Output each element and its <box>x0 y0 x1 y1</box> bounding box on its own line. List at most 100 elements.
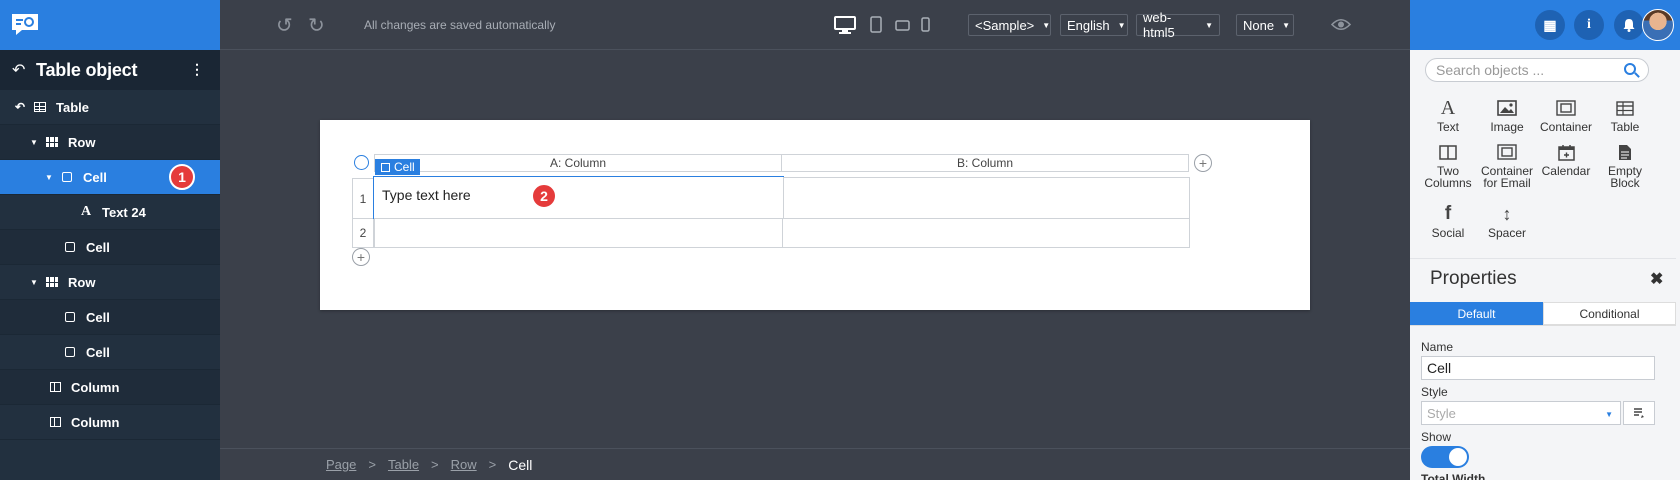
preview-eye-icon[interactable] <box>1331 18 1351 31</box>
object-social[interactable]: f Social <box>1419 204 1477 239</box>
select-table-handle[interactable] <box>354 155 369 170</box>
selected-cell-tag[interactable]: Cell <box>375 159 420 175</box>
apps-grid-icon[interactable]: ▦ <box>1535 10 1565 40</box>
show-toggle[interactable] <box>1421 446 1469 468</box>
row-grid-icon <box>44 137 60 147</box>
row-header-1[interactable]: 1 <box>352 178 374 219</box>
style-select[interactable]: Style ▼ <box>1421 401 1621 425</box>
object-text[interactable]: A Text <box>1419 98 1477 133</box>
cell-tag-label: Cell <box>394 160 415 174</box>
back-arrow-icon[interactable]: ↶ <box>12 100 28 114</box>
object-empty-block[interactable]: Empty Block <box>1596 142 1654 189</box>
cell-icon <box>62 242 78 252</box>
tree-item-row[interactable]: ▼ Row <box>0 125 220 160</box>
text-icon: A <box>80 204 92 219</box>
desktop-icon[interactable] <box>834 16 856 34</box>
facebook-icon: f <box>1444 203 1452 224</box>
caret-down-icon[interactable]: ▼ <box>43 173 55 182</box>
row-grid-icon <box>44 277 60 287</box>
tablet-landscape-icon[interactable] <box>895 20 910 31</box>
search-objects-input[interactable]: Search objects ... <box>1425 58 1649 82</box>
user-avatar[interactable] <box>1642 9 1674 41</box>
back-arrow-icon[interactable]: ↶ <box>12 60 36 80</box>
edit-style-button[interactable] <box>1623 401 1655 425</box>
object-two-columns[interactable]: Two Columns <box>1419 142 1477 189</box>
tree-item-cell[interactable]: Cell <box>0 335 220 370</box>
tree-item-column[interactable]: Column <box>0 405 220 440</box>
tablet-icon[interactable] <box>870 16 882 33</box>
object-label: Container for Email <box>1480 164 1534 190</box>
column-header-a[interactable]: A: Column <box>374 154 782 172</box>
table-cell-selected[interactable]: Type text here 2 <box>373 176 784 219</box>
tree-item-cell[interactable]: Cell <box>0 300 220 335</box>
channel-dropdown-value: web-html5 <box>1143 10 1175 40</box>
tree-item-text[interactable]: A Text 24 <box>0 195 220 230</box>
name-field[interactable]: Cell <box>1421 356 1655 380</box>
object-container-email[interactable]: Container for Email <box>1478 142 1536 189</box>
object-calendar[interactable]: Calendar <box>1537 142 1595 177</box>
object-label: Two Columns <box>1424 164 1472 190</box>
none-dropdown[interactable]: None ▼ <box>1236 14 1294 36</box>
column-header-b[interactable]: B: Column <box>781 154 1189 172</box>
breadcrumb-separator: > <box>368 457 376 472</box>
object-label: Container <box>1539 120 1593 134</box>
editor-toolbar: ↺ ↻ All changes are saved automatically … <box>220 0 1410 50</box>
app-logo-icon[interactable] <box>10 12 40 36</box>
sample-dropdown[interactable]: <Sample> ▼ <box>968 14 1051 36</box>
tree-item-cell-selected[interactable]: ▼ Cell 1 <box>0 160 220 195</box>
step-badge: 1 <box>169 164 195 190</box>
caret-down-icon[interactable]: ▼ <box>28 278 40 287</box>
object-spacer[interactable]: ↕ Spacer <box>1478 204 1536 239</box>
table-cell[interactable] <box>374 218 783 248</box>
channel-dropdown[interactable]: web-html5 ▼ <box>1136 10 1220 40</box>
language-dropdown-value: English <box>1067 17 1110 33</box>
caret-down-icon[interactable]: ▼ <box>28 138 40 147</box>
table-icon <box>1596 98 1654 118</box>
bell-icon[interactable] <box>1614 10 1644 40</box>
object-label: Text <box>1436 120 1459 134</box>
autosave-status: All changes are saved automatically <box>364 18 556 32</box>
breadcrumb: Page > Table > Row > Cell <box>220 448 1410 480</box>
cell-icon <box>62 312 78 322</box>
tree-item-column[interactable]: Column <box>0 370 220 405</box>
style-label: Style <box>1421 385 1448 399</box>
design-canvas: A: Column B: Column + 1 2 Type text here… <box>220 50 1410 448</box>
undo-icon[interactable]: ↺ <box>276 13 293 38</box>
mobile-icon[interactable] <box>921 17 930 32</box>
name-label: Name <box>1421 340 1454 354</box>
caret-down-icon: ▼ <box>1042 20 1051 30</box>
tree-item-cell[interactable]: Cell <box>0 230 220 265</box>
row-header-2[interactable]: 2 <box>352 218 374 248</box>
tree-item-label: Text 24 <box>102 204 146 220</box>
redo-icon[interactable]: ↻ <box>308 13 325 38</box>
tab-conditional[interactable]: Conditional <box>1543 302 1676 325</box>
tree-item-label: Cell <box>86 309 110 325</box>
breadcrumb-page[interactable]: Page <box>326 457 356 472</box>
breadcrumb-row[interactable]: Row <box>451 457 477 472</box>
table-cell[interactable] <box>782 218 1190 248</box>
object-image[interactable]: Image <box>1478 98 1536 133</box>
table-cell[interactable] <box>783 177 1190 219</box>
page-preview: A: Column B: Column + 1 2 Type text here… <box>320 120 1310 310</box>
collapse-icon[interactable]: ✖ <box>1650 269 1663 289</box>
add-row-button[interactable]: + <box>352 248 370 266</box>
tree-item-row[interactable]: ▼ Row <box>0 265 220 300</box>
search-icon[interactable] <box>1624 63 1636 75</box>
object-table[interactable]: Table <box>1596 98 1654 133</box>
tree-item-label: Cell <box>86 344 110 360</box>
panel-scrollbar[interactable] <box>1668 50 1676 480</box>
calendar-icon <box>1537 142 1595 162</box>
info-icon[interactable]: i <box>1574 10 1604 40</box>
sidebar-title: Table object <box>36 59 138 80</box>
cell-text[interactable]: Type text here <box>382 187 471 203</box>
objects-properties-panel: Search objects ... A Text Image Containe… <box>1410 50 1680 480</box>
tree-item-table[interactable]: ↶ Table <box>0 90 220 125</box>
more-options-icon[interactable]: ⋮ <box>190 61 204 78</box>
object-label: Social <box>1431 226 1465 240</box>
add-column-button[interactable]: + <box>1194 154 1212 172</box>
tab-default[interactable]: Default <box>1410 302 1543 325</box>
caret-down-icon: ▼ <box>1282 20 1290 30</box>
breadcrumb-table[interactable]: Table <box>388 457 419 472</box>
language-dropdown[interactable]: English ▼ <box>1060 14 1128 36</box>
object-container[interactable]: Container <box>1537 98 1595 133</box>
